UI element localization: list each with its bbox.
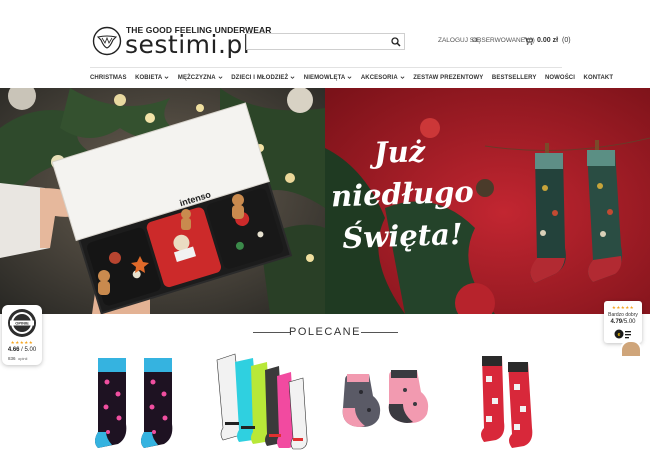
product-image	[216, 353, 308, 450]
product-card-ankle-socks[interactable]	[339, 352, 434, 450]
cart-button[interactable]: 0.00 zł (0)	[524, 35, 571, 46]
hero-christmas-message: Już niedługo Święta!	[325, 88, 650, 314]
nav-item-label: DZIECI I MŁODZIEŻ	[231, 74, 289, 81]
logo-mark-icon	[92, 26, 122, 56]
nav-item-christmas[interactable]: CHRISTMAS	[90, 75, 127, 81]
brand-name: sestimi.pl	[125, 30, 251, 59]
hero-headline-line-3: Święta!	[341, 216, 464, 256]
opinie-count: 836	[8, 356, 16, 361]
nav-item-label: KONTAKT	[583, 74, 614, 81]
nav-item-label: NIEMOWLĘTA	[303, 74, 346, 81]
hero-gift-box-graphic: intenso	[0, 88, 325, 314]
opinie-score-max: / 5.00	[21, 347, 37, 353]
product-card-christmas-socks[interactable]	[478, 352, 540, 450]
nav-item-label: KOBIETA	[135, 74, 163, 81]
trusted-score-value: 4.79	[610, 319, 623, 325]
search-input[interactable]	[247, 34, 387, 49]
hero-gift-box-image: intenso	[0, 88, 325, 314]
hero-headline-line-1: Już	[373, 134, 426, 170]
cart-count: (0)	[562, 37, 571, 44]
opinie-score: 4.66 / 5.00	[2, 347, 42, 353]
nav-item-label: NOWOŚCI	[544, 74, 576, 81]
nav-item-mezczyzna[interactable]: MĘŻCZYZNA	[178, 75, 223, 81]
chevron-down-icon	[290, 76, 295, 79]
chevron-down-icon	[400, 76, 405, 79]
section-divider-right	[361, 332, 398, 333]
search-box	[246, 33, 405, 50]
main-nav: CHRISTMAS KOBIETA MĘŻCZYZNA DZIECI I MŁO…	[90, 72, 622, 83]
trusted-score-max: /5.00	[622, 319, 636, 325]
product-image	[342, 370, 429, 427]
search-icon[interactable]	[390, 36, 402, 48]
opinie-brand-label: OPINIE	[15, 321, 29, 326]
product-image	[481, 356, 533, 448]
header-divider	[90, 67, 562, 68]
hero-headline-line-2: niedługo	[330, 174, 475, 214]
product-card-flamingo-socks[interactable]	[92, 352, 182, 450]
site-header: THE GOOD FEELING UNDERWEAR sestimi.pl ZA…	[0, 0, 650, 86]
trusted-grade: Bardzo dobry	[608, 312, 638, 318]
nav-item-zestaw-prezentowy[interactable]: ZESTAW PREZENTOWY	[413, 75, 483, 81]
nav-item-label: MĘŻCZYZNA	[177, 74, 216, 81]
nav-item-bestsellery[interactable]: BESTSELLERY	[492, 75, 537, 81]
nav-item-akcesoria[interactable]: AKCESORIA	[361, 75, 405, 81]
opinie-score-value: 4.66	[7, 347, 20, 353]
chevron-down-icon	[347, 76, 352, 79]
chevron-down-icon	[218, 76, 223, 79]
cart-icon	[524, 37, 533, 45]
nav-item-niemowleta[interactable]: NIEMOWLĘTA	[304, 75, 353, 81]
chevron-down-icon	[164, 76, 169, 79]
opinie-count-label: opinii	[18, 356, 28, 361]
opinie-stars: ★★★★★	[10, 340, 34, 345]
nav-item-label: CHRISTMAS	[90, 74, 127, 81]
cart-total: 0.00 zł	[537, 37, 559, 44]
hero-banner[interactable]: intenso Już niedługo Święta!	[0, 88, 650, 314]
trusted-score: 4.79/5.00	[604, 319, 642, 325]
nav-item-dzieci[interactable]: DZIECI I MŁODZIEŻ	[231, 75, 295, 81]
trusted-stars: ★★★★★	[611, 305, 635, 310]
section-title-polecane: POLECANE	[289, 326, 361, 338]
nav-item-label: ZESTAW PREZENTOWY	[413, 74, 484, 81]
nav-item-label: AKCESORIA	[360, 74, 398, 81]
hero-headline: Już niedługo Święta!	[329, 129, 475, 260]
nav-item-label: BESTSELLERY	[491, 74, 537, 81]
site-logo[interactable]: THE GOOD FEELING UNDERWEAR sestimi.pl	[92, 24, 271, 60]
chat-widget-tab[interactable]	[620, 340, 642, 358]
nav-item-nowosci[interactable]: NOWOŚCI	[545, 75, 575, 81]
nav-item-kontakt[interactable]: KONTAKT	[584, 75, 614, 81]
product-card-sport-socks-set[interactable]	[213, 352, 315, 450]
product-image	[95, 358, 173, 448]
nav-item-kobieta[interactable]: KOBIETA	[135, 75, 169, 81]
